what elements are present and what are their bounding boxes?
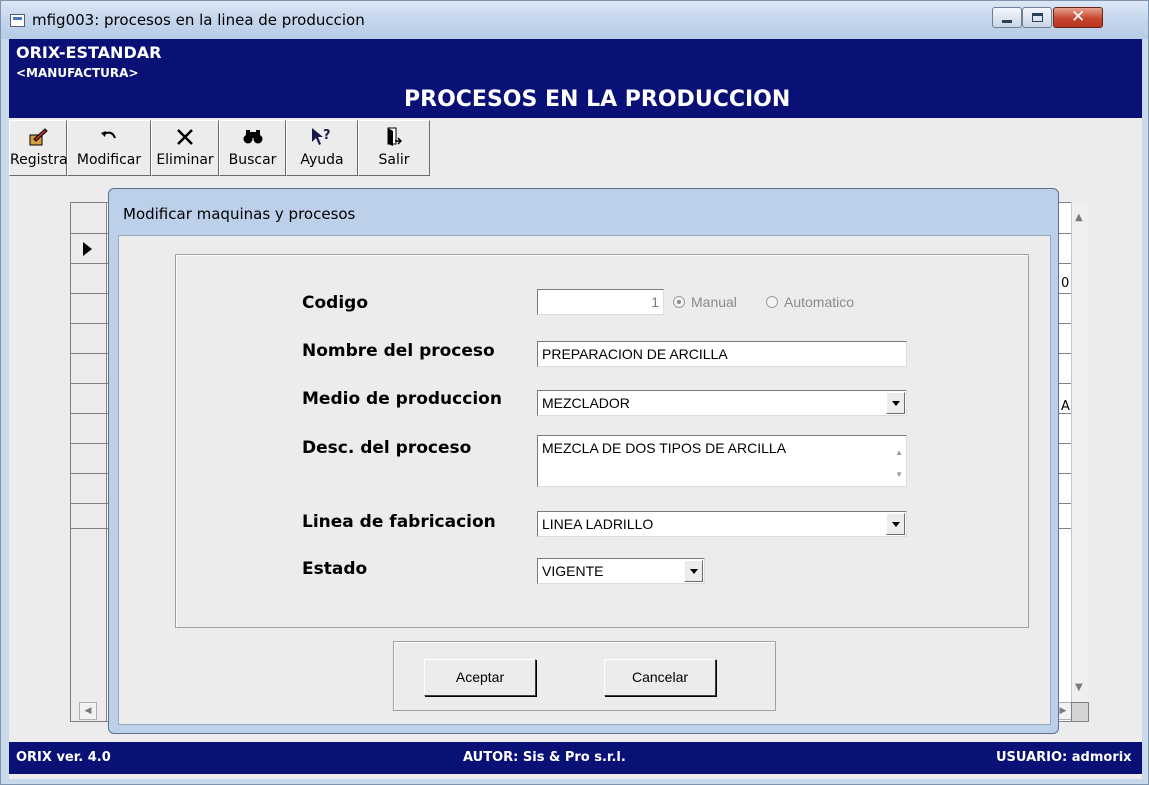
aceptar-button[interactable]: Aceptar [424, 659, 536, 696]
registrar-button[interactable]: Registrar [9, 120, 74, 176]
maximize-icon [1032, 13, 1043, 22]
maximize-button[interactable] [1022, 7, 1052, 28]
estado-label: Estado [302, 559, 368, 579]
chevron-down-icon[interactable] [886, 392, 905, 414]
client-area: ORIX-ESTANDAR <MANUFACTURA> PROCESOS EN … [9, 39, 1142, 779]
form-group: Codigo 1 Manual Automatico Nombre del pr… [175, 254, 1029, 628]
scroll-left-icon[interactable]: ◀ [79, 702, 97, 720]
modificar-label: Modificar [76, 152, 142, 168]
eliminar-label: Eliminar [156, 152, 214, 168]
chevron-down-icon[interactable] [886, 513, 905, 535]
linea-label: Linea de fabricacion [302, 512, 496, 532]
ayuda-label: Ayuda [300, 152, 344, 168]
status-usuario: USUARIO: admorix [996, 750, 1132, 765]
textarea-scroll-icon[interactable]: ▲ ▼ [895, 442, 903, 486]
buscar-label: Buscar [228, 152, 277, 168]
grid-vertical-scrollbar[interactable]: ▲ ▼ [1071, 202, 1089, 722]
grid-row-header [71, 203, 107, 721]
grid-cell-peek: A [1061, 399, 1070, 414]
scrollbar-corner [1071, 702, 1089, 722]
registrar-label: Registrar [10, 152, 74, 168]
toolbar: Registrar Modificar Eliminar Buscar ? Ay… [9, 120, 430, 176]
radio-manual-label: Manual [691, 294, 737, 310]
svg-text:?: ? [323, 128, 331, 143]
module-name: <MANUFACTURA> [16, 66, 139, 80]
radio-selected-icon [673, 296, 685, 308]
delete-icon [152, 126, 218, 148]
dialog-title: Modificar maquinas y procesos [123, 205, 356, 223]
header-banner: ORIX-ESTANDAR <MANUFACTURA> PROCESOS EN … [9, 39, 1142, 118]
cancelar-button[interactable]: Cancelar [604, 659, 716, 696]
codigo-label: Codigo [302, 293, 368, 313]
undo-icon [68, 126, 150, 148]
register-icon [10, 126, 66, 148]
help-pointer-icon: ? [287, 126, 357, 148]
desc-textarea[interactable]: MEZCLA DE DOS TIPOS DE ARCILLA ▲ ▼ [537, 435, 907, 487]
dialog-body: Codigo 1 Manual Automatico Nombre del pr… [118, 235, 1051, 725]
scroll-down-icon[interactable]: ▼ [1075, 682, 1083, 693]
estado-select-value: VIGENTE [542, 563, 604, 579]
medio-label: Medio de produccion [302, 389, 502, 409]
estado-select[interactable]: VIGENTE [537, 558, 705, 584]
radio-manual[interactable]: Manual [673, 294, 737, 310]
exit-door-icon [359, 126, 429, 148]
ayuda-button[interactable]: ? Ayuda [286, 120, 358, 176]
button-group: Aceptar Cancelar [393, 641, 776, 711]
radio-automatico[interactable]: Automatico [766, 294, 854, 310]
app-icon[interactable] [10, 14, 25, 27]
medio-select-value: MEZCLADOR [542, 395, 630, 411]
status-autor: AUTOR: Sis & Pro s.r.l. [463, 750, 626, 765]
status-bar: ORIX ver. 4.0 AUTOR: Sis & Pro s.r.l. US… [9, 742, 1142, 774]
binoculars-icon [220, 126, 285, 148]
minimize-icon [1002, 20, 1012, 23]
nombre-label: Nombre del proceso [302, 341, 495, 361]
eliminar-button[interactable]: Eliminar [151, 120, 219, 176]
scroll-up-icon[interactable]: ▲ [1075, 212, 1083, 223]
desc-text: MEZCLA DE DOS TIPOS DE ARCILLA [542, 440, 787, 456]
radio-automatico-label: Automatico [784, 294, 855, 310]
modificar-button[interactable]: Modificar [67, 120, 151, 176]
modify-dialog: Modificar maquinas y procesos Codigo 1 M… [108, 188, 1059, 734]
app-window: mfig003: procesos en la linea de producc… [0, 0, 1149, 785]
salir-button[interactable]: Salir [358, 120, 430, 176]
title-bar[interactable]: mfig003: procesos en la linea de producc… [1, 1, 1148, 39]
radio-unselected-icon [766, 296, 778, 308]
grid-cell-peek: 0 [1061, 276, 1070, 291]
linea-select[interactable]: LINEA LADRILLO [537, 511, 907, 537]
buscar-button[interactable]: Buscar [219, 120, 286, 176]
chevron-down-icon[interactable] [684, 560, 703, 582]
codigo-field[interactable]: 1 [537, 289, 664, 315]
minimize-button[interactable] [992, 7, 1022, 28]
close-button[interactable]: ✕ [1053, 7, 1103, 28]
nombre-field[interactable]: PREPARACION DE ARCILLA [537, 341, 907, 367]
page-title: PROCESOS EN LA PRODUCCION [404, 87, 791, 112]
window-title: mfig003: procesos en la linea de producc… [32, 11, 365, 29]
salir-label: Salir [378, 152, 410, 168]
close-icon: ✕ [1071, 7, 1086, 27]
brand-name: ORIX-ESTANDAR [16, 43, 162, 62]
medio-select[interactable]: MEZCLADOR [537, 390, 907, 416]
current-row-indicator-icon [83, 242, 92, 256]
status-version: ORIX ver. 4.0 [16, 750, 111, 765]
desc-label: Desc. del proceso [302, 438, 472, 458]
linea-select-value: LINEA LADRILLO [542, 516, 654, 532]
